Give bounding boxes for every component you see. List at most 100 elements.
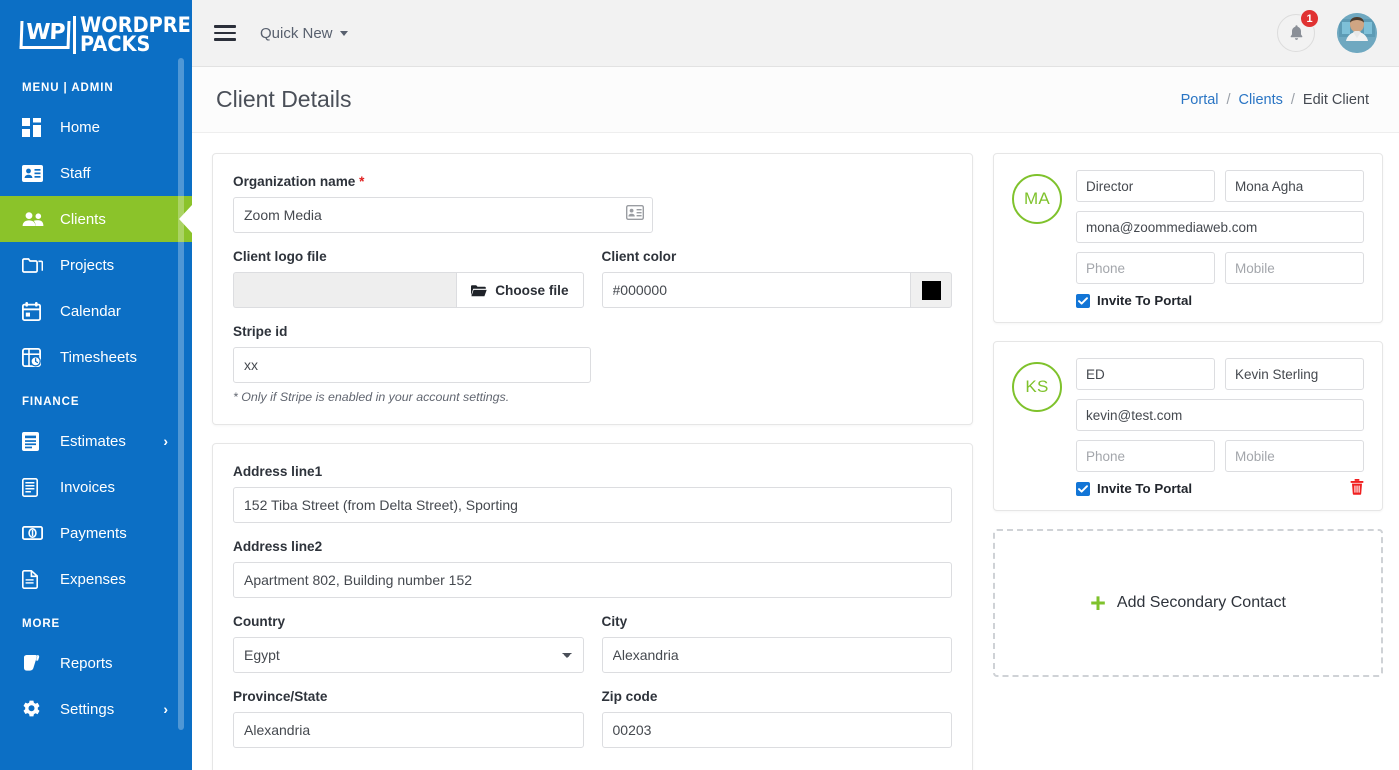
- contact-role-input[interactable]: [1076, 358, 1215, 390]
- organization-input[interactable]: [233, 197, 653, 233]
- invoice-icon: [22, 478, 48, 497]
- contact-card: MAInvite To Portal: [993, 153, 1383, 323]
- contact-name-input[interactable]: [1225, 358, 1364, 390]
- sidebar-item-label: Timesheets: [60, 349, 137, 366]
- sidebar-item-payments[interactable]: Payments: [0, 510, 192, 556]
- contact-fields: Invite To Portal: [1076, 358, 1364, 496]
- sidebar-item-projects[interactable]: Projects: [0, 242, 192, 288]
- avatar[interactable]: [1337, 13, 1377, 53]
- money-icon: [22, 526, 48, 540]
- brand-divider: [73, 16, 76, 54]
- timesheet-icon: [22, 348, 48, 367]
- notifications-button[interactable]: 1: [1277, 14, 1315, 52]
- receipt-icon: [22, 570, 48, 589]
- contact-email-input[interactable]: [1076, 399, 1364, 431]
- sidebar-item-home[interactable]: Home: [0, 104, 192, 150]
- zip-field: Zip code: [602, 689, 953, 748]
- invite-to-portal-checkbox[interactable]: [1076, 294, 1090, 308]
- logo-color-row: Client logo file Choose file: [233, 249, 952, 324]
- color-label: Client color: [602, 249, 953, 264]
- right-column: MAInvite To Portal KSInvite To Portal + A…: [993, 153, 1383, 770]
- breadcrumb-portal[interactable]: Portal: [1181, 92, 1219, 108]
- city-input[interactable]: [602, 637, 953, 673]
- country-select[interactable]: Egypt: [233, 637, 584, 673]
- sidebar-item-estimates[interactable]: Estimates›: [0, 418, 192, 464]
- hamburger-icon[interactable]: [214, 21, 236, 45]
- brand-wordmark: WORDPRESS PACKS: [80, 16, 192, 55]
- color-input[interactable]: [602, 272, 911, 308]
- required-marker: *: [359, 174, 364, 189]
- sidebar-item-clients[interactable]: Clients: [0, 196, 192, 242]
- stripe-field: Stripe id * Only if Stripe is enabled in…: [233, 324, 952, 404]
- contact-card: KSInvite To Portal: [993, 341, 1383, 511]
- content-area: Organization name *: [192, 133, 1399, 770]
- sidebar-item-settings[interactable]: Settings›: [0, 686, 192, 732]
- stripe-label: Stripe id: [233, 324, 952, 339]
- contact-phone-input[interactable]: [1076, 252, 1215, 284]
- sidebar-item-label: Settings: [60, 701, 114, 718]
- folder-open-icon: [471, 284, 487, 297]
- logo-filename-display: [233, 272, 456, 308]
- sidebar-item-reports[interactable]: Reports: [0, 640, 192, 686]
- invite-to-portal-row: Invite To Portal: [1076, 481, 1364, 496]
- organization-label: Organization name *: [233, 174, 952, 189]
- address1-input[interactable]: [233, 487, 952, 523]
- sidebar-item-label: Clients: [60, 211, 106, 228]
- sidebar-scrollbar[interactable]: [178, 58, 184, 730]
- delete-contact-button[interactable]: [1350, 479, 1364, 500]
- country-field: Country Egypt: [233, 614, 584, 673]
- sidebar-item-label: Invoices: [60, 479, 115, 496]
- notification-badge: 1: [1300, 9, 1319, 28]
- color-swatch-button[interactable]: [910, 272, 952, 308]
- province-input[interactable]: [233, 712, 584, 748]
- contact-role-input[interactable]: [1076, 170, 1215, 202]
- breadcrumb-clients[interactable]: Clients: [1239, 92, 1283, 108]
- main-area: Quick New 1: [192, 0, 1399, 770]
- province-field: Province/State: [233, 689, 584, 748]
- quick-new-label: Quick New: [260, 25, 333, 42]
- breadcrumb-separator: /: [1291, 92, 1295, 108]
- contact-name-input[interactable]: [1225, 170, 1364, 202]
- address2-input[interactable]: [233, 562, 952, 598]
- organization-card: Organization name *: [212, 153, 973, 425]
- brand-logo[interactable]: WP WORDPRESS PACKS: [0, 0, 192, 66]
- brand-mark: WP: [20, 21, 71, 49]
- calendar-icon: [22, 302, 48, 321]
- gear-icon: [22, 700, 48, 719]
- sidebar: WP WORDPRESS PACKS MENU | ADMINHome Staff…: [0, 0, 192, 770]
- sidebar-item-label: Estimates: [60, 433, 126, 450]
- color-swatch: [922, 281, 941, 300]
- sidebar-item-timesheets[interactable]: Timesheets: [0, 334, 192, 380]
- contact-mobile-input[interactable]: [1225, 440, 1364, 472]
- invite-to-portal-checkbox[interactable]: [1076, 482, 1090, 496]
- add-secondary-contact-button[interactable]: + Add Secondary Contact: [993, 529, 1383, 677]
- check-icon: [1078, 485, 1088, 493]
- quick-new-menu[interactable]: Quick New: [260, 25, 348, 42]
- stripe-input[interactable]: [233, 347, 591, 383]
- zip-input[interactable]: [602, 712, 953, 748]
- top-bar: Quick New 1: [192, 0, 1399, 67]
- breadcrumb: Portal / Clients / Edit Client: [1181, 92, 1369, 108]
- address2-label: Address line2: [233, 539, 952, 554]
- organization-field: Organization name *: [233, 174, 952, 233]
- check-icon: [1078, 297, 1088, 305]
- sidebar-item-label: Expenses: [60, 571, 126, 588]
- sidebar-item-label: Projects: [60, 257, 114, 274]
- contact-mobile-input[interactable]: [1225, 252, 1364, 284]
- sidebar-item-invoices[interactable]: Invoices: [0, 464, 192, 510]
- sidebar-item-label: Calendar: [60, 303, 121, 320]
- sidebar-item-expenses[interactable]: Expenses: [0, 556, 192, 602]
- breadcrumb-current: Edit Client: [1303, 92, 1369, 108]
- sidebar-item-label: Reports: [60, 655, 113, 672]
- choose-file-button[interactable]: Choose file: [456, 272, 583, 308]
- sidebar-section-title: MENU | ADMIN: [0, 66, 192, 104]
- sidebar-item-staff[interactable]: Staff: [0, 150, 192, 196]
- contact-email-input[interactable]: [1076, 211, 1364, 243]
- sidebar-item-label: Staff: [60, 165, 91, 182]
- invite-to-portal-label: Invite To Portal: [1097, 293, 1192, 308]
- document-icon: [22, 432, 48, 451]
- contact-phone-input[interactable]: [1076, 440, 1215, 472]
- contact-card-icon[interactable]: [626, 205, 644, 225]
- sidebar-item-calendar[interactable]: Calendar: [0, 288, 192, 334]
- province-zip-row: Province/State Zip code: [233, 689, 952, 764]
